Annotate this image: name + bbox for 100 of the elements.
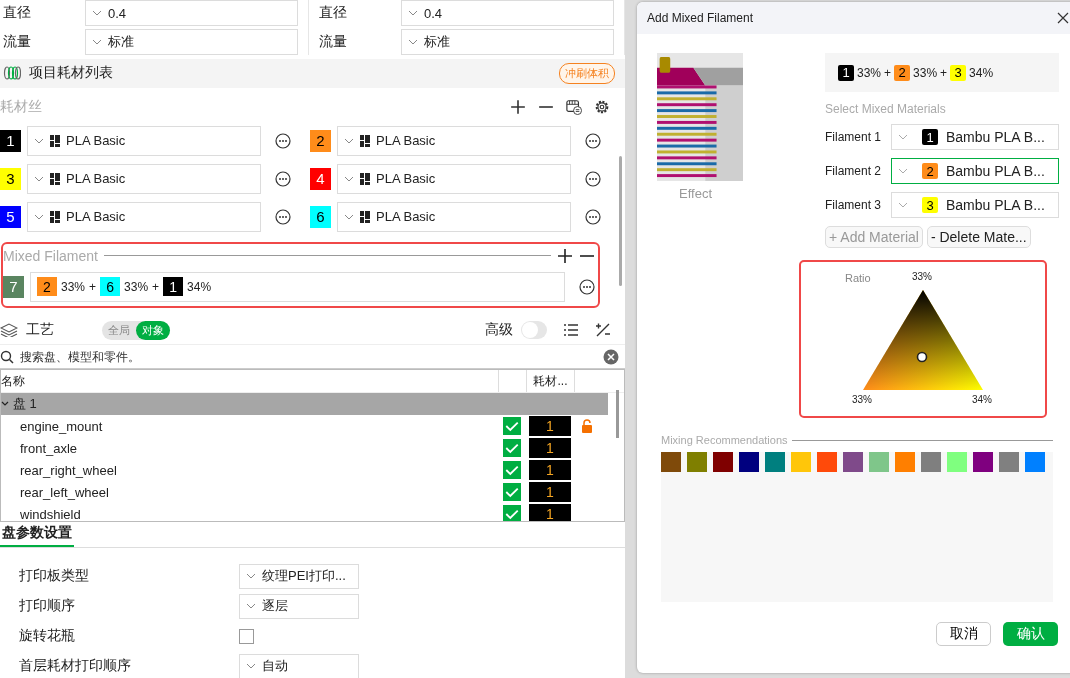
dropdown[interactable]: 纹理PEI打印... — [239, 563, 359, 589]
settings-tab[interactable]: 盘参数设置 — [0, 524, 74, 547]
color-swatch[interactable] — [921, 452, 941, 472]
filament-swatch[interactable]: 6 — [310, 205, 331, 228]
color-swatch[interactable] — [739, 452, 759, 472]
dropdown[interactable]: 标准 — [85, 29, 298, 55]
object-name[interactable]: rear_left_wheel — [1, 484, 503, 500]
checkbox[interactable] — [239, 628, 254, 644]
scrollbar[interactable] — [616, 390, 619, 439]
mixed-filament-field[interactable]: 2 33% + 6 33% + 1 34% — [30, 271, 565, 302]
visibility-checkbox[interactable] — [503, 439, 521, 458]
column-header[interactable]: 耗材... — [526, 370, 574, 393]
ratio-triangle[interactable] — [863, 289, 983, 391]
visibility-checkbox[interactable] — [503, 417, 521, 436]
dropdown[interactable]: 逐层 — [239, 593, 359, 619]
color-swatch[interactable] — [869, 452, 889, 472]
dropdown[interactable]: 自动 — [239, 653, 359, 678]
object-name[interactable]: windshield — [1, 506, 503, 522]
filament-swatch[interactable]: 2 — [310, 129, 331, 152]
add-icon[interactable] — [510, 98, 526, 115]
filament-swatch: 3 — [950, 64, 967, 81]
search-field[interactable]: 搜索盘、模型和零件。 — [18, 348, 599, 365]
ratio-label: Ratio — [845, 272, 871, 284]
filament-dropdown[interactable]: 2 Bambu PLA B... — [891, 158, 1059, 184]
color-swatch[interactable] — [999, 452, 1019, 472]
color-swatch[interactable] — [817, 452, 837, 472]
visibility-checkbox[interactable] — [503, 483, 521, 502]
color-swatch[interactable] — [843, 452, 863, 472]
filament-swatch[interactable]: 3 — [0, 167, 21, 190]
padlock-icon[interactable] — [581, 419, 593, 434]
object-name[interactable]: front_axle — [1, 440, 503, 456]
plate-row[interactable]: 盘 1 — [1, 393, 608, 416]
column-header[interactable]: 名称 — [1, 370, 498, 393]
visibility-checkbox[interactable] — [503, 461, 521, 480]
filament-number[interactable]: 1 — [529, 416, 571, 437]
dropdown[interactable]: 0.4 — [85, 0, 298, 26]
filament-dropdown[interactable]: 1 Bambu PLA B... — [891, 124, 1059, 150]
dropdown[interactable]: 0.4 — [401, 0, 614, 26]
add-icon[interactable] — [557, 247, 573, 264]
list-icon[interactable] — [563, 322, 579, 339]
object-name[interactable]: engine_mount — [1, 418, 503, 434]
filament-dropdown[interactable]: PLA Basic — [27, 125, 261, 156]
filament-dropdown[interactable]: PLA Basic — [27, 201, 261, 232]
filament-swatch[interactable]: 5 — [0, 205, 21, 228]
settings-icon[interactable] — [594, 98, 610, 115]
filament-swatch[interactable]: 7 — [3, 275, 24, 298]
color-swatch[interactable] — [661, 452, 681, 472]
filament-swatch: 2 — [37, 277, 57, 297]
more-icon[interactable] — [585, 170, 601, 187]
color-swatch[interactable] — [791, 452, 811, 472]
cancel-button[interactable]: 取消 — [936, 622, 991, 646]
filament-label: Filament 1 — [825, 130, 883, 144]
percent-text: 34% — [187, 279, 212, 294]
chevron-icon — [34, 175, 44, 182]
filament-dropdown[interactable]: 3 Bambu PLA B... — [891, 192, 1059, 218]
filament-number[interactable]: 1 — [529, 438, 571, 459]
close-icon[interactable] — [1057, 12, 1069, 24]
color-swatch[interactable] — [895, 452, 915, 472]
filament-number[interactable]: 1 — [529, 460, 571, 481]
advanced-toggle[interactable] — [521, 321, 547, 340]
filament-dropdown[interactable]: PLA Basic — [27, 163, 261, 194]
more-icon[interactable] — [579, 278, 595, 295]
filament-swatch: 1 — [838, 64, 854, 81]
color-swatch[interactable] — [973, 452, 993, 472]
filament-number[interactable]: 1 — [529, 504, 571, 522]
chevron-icon — [408, 10, 418, 16]
object-name[interactable]: rear_right_wheel — [1, 462, 503, 478]
filament-swatch[interactable]: 1 — [0, 129, 21, 152]
sync-icon[interactable] — [566, 98, 582, 115]
chevron-icon — [92, 10, 102, 16]
dropdown[interactable]: 标准 — [401, 29, 614, 55]
color-swatch[interactable] — [687, 452, 707, 472]
filament-label: Filament 2 — [825, 164, 883, 178]
visibility-checkbox[interactable] — [503, 505, 521, 522]
filament-label: Filament 3 — [825, 198, 883, 212]
chevron-icon — [344, 137, 354, 144]
clear-icon[interactable] — [603, 348, 619, 365]
filament-swatch[interactable]: 4 — [310, 167, 331, 190]
delete-material-button[interactable]: - Delete Mate... — [926, 226, 1031, 248]
more-icon[interactable] — [585, 208, 601, 225]
chevron-icon — [34, 213, 44, 220]
color-swatch[interactable] — [947, 452, 967, 472]
color-swatch[interactable] — [1025, 452, 1045, 472]
brand-icon — [360, 210, 370, 223]
scrollbar[interactable] — [619, 155, 622, 286]
color-swatch[interactable] — [713, 452, 733, 472]
ratio-handle[interactable] — [916, 351, 928, 363]
more-icon[interactable] — [275, 208, 291, 225]
brand-icon — [50, 210, 60, 223]
effect-label: Effect — [679, 186, 712, 201]
filament-number[interactable]: 1 — [529, 482, 571, 503]
filament-dropdown[interactable]: PLA Basic — [337, 163, 571, 194]
filament-dropdown[interactable]: PLA Basic — [337, 125, 571, 156]
filament-dropdown[interactable]: PLA Basic — [337, 201, 571, 232]
more-icon[interactable] — [275, 170, 291, 187]
more-icon[interactable] — [585, 132, 601, 149]
percent-icon[interactable] — [595, 322, 611, 339]
color-swatch[interactable] — [765, 452, 785, 472]
brand-icon — [360, 172, 370, 185]
more-icon[interactable] — [275, 132, 291, 149]
